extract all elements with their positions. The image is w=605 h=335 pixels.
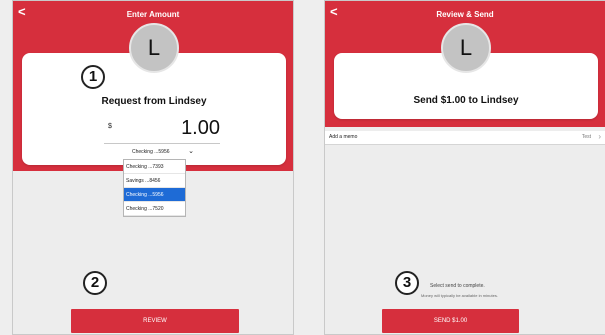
send-summary-title: Send $1.00 to Lindsey [413, 95, 519, 106]
review-button[interactable]: REVIEW [71, 309, 239, 333]
account-select-value: Checking ...5956 [132, 149, 170, 155]
avatar: L [441, 23, 491, 73]
account-option[interactable]: Checking ...7520 [124, 202, 185, 216]
avatar: L [129, 23, 179, 73]
account-option[interactable]: Savings ...8456 [124, 174, 185, 188]
step-badge-1: 1 [81, 65, 105, 89]
page-title: Enter Amount [126, 10, 180, 19]
tutorial-stage: < Enter Amount L 1 Request from Lindsey … [0, 0, 605, 335]
memo-value: Test [581, 134, 591, 140]
send-instruction: Select send to complete. [430, 283, 485, 289]
memo-label: Add a memo [329, 134, 358, 140]
memo-chevron-icon: › [598, 132, 601, 141]
page-title: Review & Send [436, 10, 494, 19]
step-badge-2: 2 [83, 271, 107, 295]
account-option[interactable]: Checking ...7393 [124, 160, 185, 174]
amount-underline [104, 143, 220, 144]
amount-input[interactable]: 1.00 [140, 117, 220, 140]
enter-amount-screen: < Enter Amount L 1 Request from Lindsey … [12, 0, 294, 335]
account-option-selected[interactable]: Checking ...5956 [124, 188, 185, 202]
currency-symbol: $ [108, 123, 112, 130]
memo-row[interactable]: Add a memo Test › [325, 131, 605, 145]
review-send-screen: < Review & Send L Send $1.00 to Lindsey … [324, 0, 605, 335]
dropdown-chevron-icon: ⌄ [188, 148, 194, 155]
send-button[interactable]: SEND $1.00 [382, 309, 519, 333]
account-select[interactable]: Checking ...5956 ⌄ [132, 147, 194, 158]
step-badge-3: 3 [395, 271, 419, 295]
account-dropdown-list: Checking ...7393 Savings ...8456 Checkin… [123, 159, 186, 217]
availability-note: Money will typically be available in min… [421, 293, 498, 298]
request-title: Request from Lindsey [101, 96, 207, 107]
